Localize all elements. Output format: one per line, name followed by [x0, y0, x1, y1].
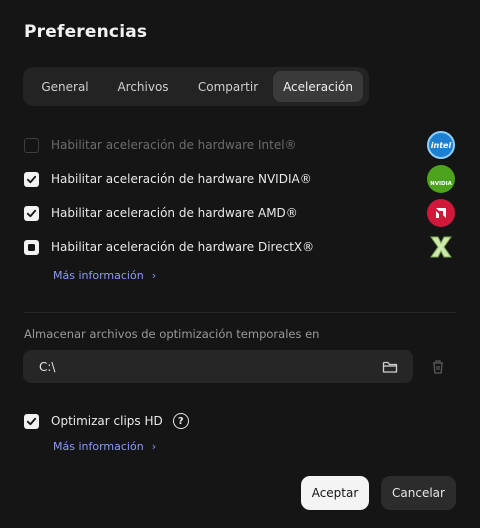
intel-acceleration-checkbox	[24, 137, 39, 153]
nvidia-acceleration-option[interactable]: Habilitar aceleración de hardware NVIDIA…	[24, 171, 312, 187]
chevron-right-icon: ›	[151, 269, 157, 282]
amd-acceleration-option[interactable]: Habilitar aceleración de hardware AMD®	[24, 205, 298, 221]
amd-acceleration-label: Habilitar aceleración de hardware AMD®	[51, 206, 298, 220]
directx-acceleration-checkbox[interactable]	[24, 239, 39, 255]
accept-button[interactable]: Aceptar	[301, 476, 369, 510]
section-divider	[24, 312, 456, 313]
nvidia-acceleration-checkbox[interactable]	[24, 171, 39, 187]
directx-acceleration-option[interactable]: Habilitar aceleración de hardware Direct…	[24, 239, 314, 255]
optimize-hd-checkbox[interactable]	[24, 413, 39, 429]
directx-icon	[427, 233, 455, 261]
tab-general[interactable]: General	[27, 71, 103, 102]
optimize-hd-label: Optimizar clips HD	[51, 414, 163, 428]
hd-more-info-text: Más información	[53, 440, 144, 453]
acceleration-more-info-link[interactable]: Más información ›	[53, 269, 156, 282]
nvidia-icon: NVIDIA	[427, 165, 455, 193]
temp-files-label: Almacenar archivos de optimización tempo…	[24, 327, 320, 341]
amd-acceleration-checkbox[interactable]	[24, 205, 39, 221]
nvidia-acceleration-label: Habilitar aceleración de hardware NVIDIA…	[51, 172, 312, 186]
temp-path-value[interactable]: C:\	[39, 360, 381, 374]
amd-icon	[427, 199, 455, 227]
intel-logo-text: intel	[430, 140, 452, 150]
intel-acceleration-label: Habilitar aceleración de hardware Intel®	[51, 138, 297, 152]
temp-path-field[interactable]: C:\	[23, 350, 413, 383]
tab-aceleracion[interactable]: Aceleración	[273, 71, 363, 102]
trash-icon[interactable]	[429, 358, 447, 376]
tab-archivos[interactable]: Archivos	[103, 71, 183, 102]
intel-acceleration-option: Habilitar aceleración de hardware Intel®	[24, 137, 297, 153]
acceleration-more-info-text: Más información	[53, 269, 144, 282]
intel-icon: intel	[427, 131, 455, 159]
optimize-hd-option[interactable]: Optimizar clips HD ?	[24, 413, 189, 429]
folder-icon[interactable]	[381, 358, 399, 376]
help-icon[interactable]: ?	[172, 413, 189, 429]
directx-acceleration-label: Habilitar aceleración de hardware Direct…	[51, 240, 315, 254]
tab-compartir[interactable]: Compartir	[183, 71, 273, 102]
chevron-right-icon: ›	[151, 440, 157, 453]
tab-bar: General Archivos Compartir Aceleración	[23, 67, 369, 106]
dialog-title: Preferencias	[24, 22, 148, 42]
hd-more-info-link[interactable]: Más información ›	[53, 440, 156, 453]
cancel-button[interactable]: Cancelar	[381, 476, 456, 510]
nvidia-logo-text: NVIDIA	[430, 181, 452, 187]
